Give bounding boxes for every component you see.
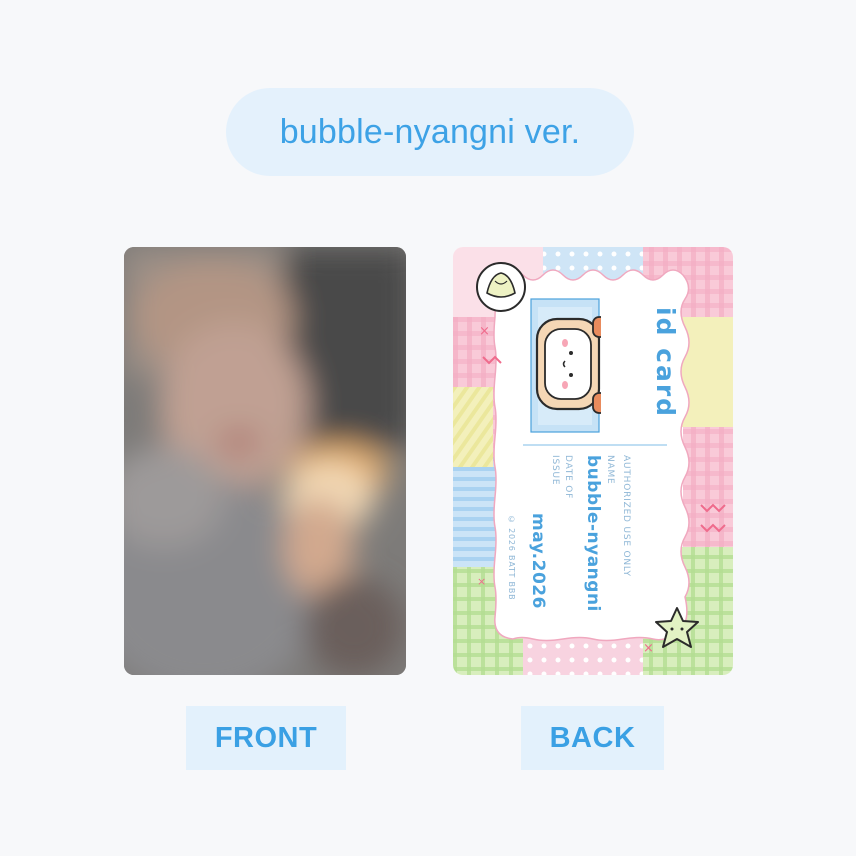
svg-text:×: ×: [479, 324, 490, 339]
photocard-back: × × × id card AUTHORIZED USE ONLY NAME b…: [453, 247, 733, 675]
front-label-button[interactable]: FRONT: [186, 706, 346, 770]
blurred-photo: [124, 247, 406, 675]
authorized-text: AUTHORIZED USE ONLY: [621, 455, 631, 577]
dumpling-sticker-icon: [476, 262, 526, 312]
copyright-text: © 2026 BATT BBB: [507, 515, 516, 601]
star-sticker-icon: [655, 607, 699, 648]
svg-text:×: ×: [477, 575, 486, 588]
photocard-front-image: [124, 247, 406, 675]
name-value: bubble-nyangni: [583, 455, 603, 612]
back-label-button[interactable]: BACK: [521, 706, 664, 770]
version-title: bubble-nyangni ver.: [226, 88, 634, 176]
name-field-label: NAME: [605, 455, 615, 485]
date-field-label-1: DATE OF: [563, 455, 573, 500]
date-field-label-2: ISSUE: [550, 455, 560, 486]
id-card-title: id card: [651, 307, 680, 419]
date-value: may.2026: [528, 513, 548, 609]
mascot-illustration: [535, 316, 601, 414]
